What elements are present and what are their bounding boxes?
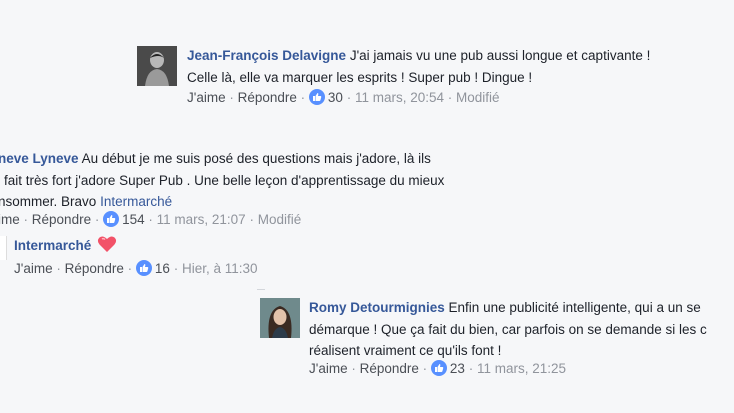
comment-actions: J'aime · Répondre · 16 · Hier, à 11:30 bbox=[14, 260, 258, 276]
comment-text: Celle là, elle va marquer les esprits ! … bbox=[187, 69, 533, 85]
thumbs-up-icon[interactable] bbox=[135, 260, 152, 276]
edited-label[interactable]: Modifié bbox=[258, 212, 302, 227]
comment-author[interactable]: Romy Detourmignies bbox=[309, 300, 445, 315]
mention-link[interactable]: Intermarché bbox=[100, 194, 172, 209]
timestamp[interactable]: 11 mars, 21:25 bbox=[477, 361, 566, 376]
avatar-delavigne[interactable] bbox=[137, 46, 177, 86]
like-button[interactable]: J'aime bbox=[187, 90, 226, 105]
like-button[interactable]: ime bbox=[0, 212, 20, 227]
timestamp[interactable]: 11 mars, 21:07 bbox=[157, 212, 246, 227]
comment-actions: J'aime · Répondre · 30 · 11 mars, 20:54 … bbox=[187, 89, 500, 105]
comment-actions: J'aime · Répondre · 23 · 11 mars, 21:25 bbox=[309, 360, 567, 376]
comment-text: Au début je me suis posé des questions m… bbox=[81, 151, 431, 166]
comment-author[interactable]: neve Lyneve bbox=[0, 151, 79, 166]
reaction-count[interactable]: 16 bbox=[155, 261, 170, 276]
comment-text: Enfin une publicité intelligente, qui a … bbox=[448, 300, 701, 315]
reply-button[interactable]: Répondre bbox=[238, 90, 297, 105]
thumbs-up-icon[interactable] bbox=[308, 89, 325, 105]
edited-label[interactable]: Modifié bbox=[456, 90, 500, 105]
timestamp[interactable]: 11 mars, 20:54 bbox=[355, 90, 444, 105]
timestamp[interactable]: Hier, à 11:30 bbox=[182, 261, 258, 276]
comment-text: réalisent vraiment ce qu'ils font ! bbox=[309, 343, 502, 358]
reply-button[interactable]: Répondre bbox=[32, 212, 91, 227]
reaction-count[interactable]: 30 bbox=[328, 90, 343, 105]
avatar-detourmignies[interactable] bbox=[260, 298, 300, 338]
comment-actions: ime · Répondre · 154 · 11 mars, 21:07 · … bbox=[0, 211, 302, 227]
like-button[interactable]: J'aime bbox=[309, 361, 348, 376]
thread-connector bbox=[257, 289, 265, 290]
reaction-count[interactable]: 23 bbox=[450, 361, 465, 376]
comment-text: démarque ! Que ça fait du bien, car parf… bbox=[309, 321, 707, 337]
reaction-count[interactable]: 154 bbox=[122, 212, 145, 227]
heart-icon bbox=[97, 235, 117, 260]
reply-button[interactable]: Répondre bbox=[65, 261, 124, 276]
comment-text: fait très fort j'adore Super Pub . Une b… bbox=[4, 172, 445, 188]
comment-text: nsommer. Bravo bbox=[0, 194, 97, 209]
reply-button[interactable]: Répondre bbox=[360, 361, 419, 376]
comment-text: J'ai jamais vu une pub aussi longue et c… bbox=[349, 48, 651, 63]
like-button[interactable]: J'aime bbox=[14, 261, 53, 276]
comment-author[interactable]: Intermarché bbox=[14, 238, 91, 253]
comment-author[interactable]: Jean-François Delavigne bbox=[187, 48, 346, 63]
avatar-intermarche[interactable] bbox=[0, 236, 7, 260]
thumbs-up-icon[interactable] bbox=[430, 360, 447, 376]
thumbs-up-icon[interactable] bbox=[103, 211, 120, 227]
